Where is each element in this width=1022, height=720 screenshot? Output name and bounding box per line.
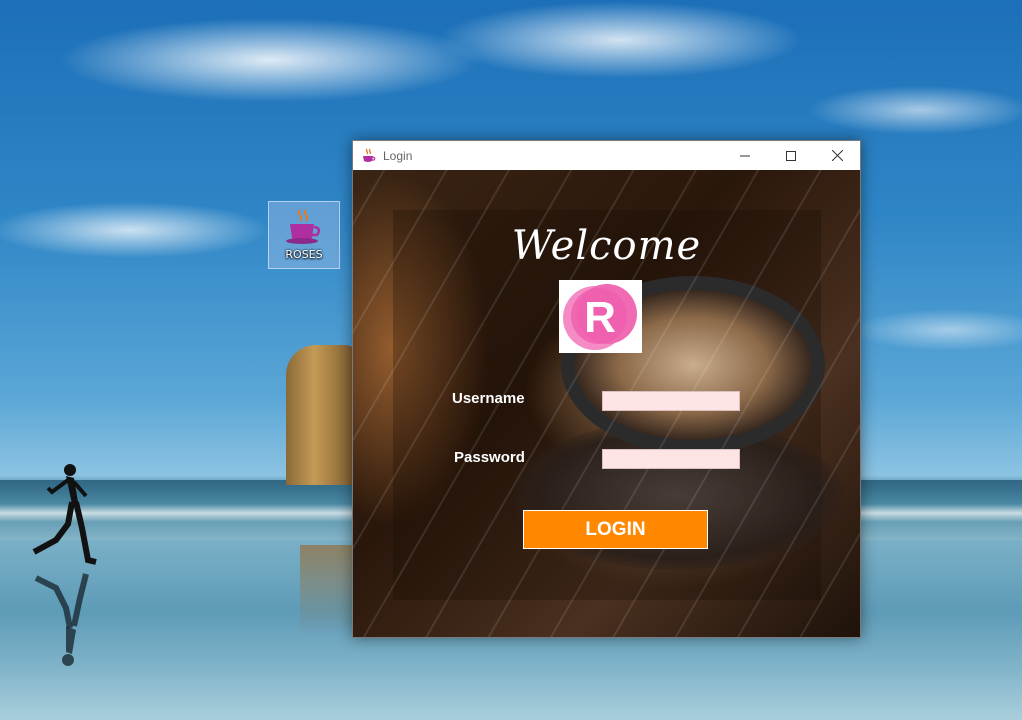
java-app-icon	[363, 148, 376, 162]
minimize-button[interactable]	[722, 141, 768, 170]
roses-logo-icon: R	[563, 284, 637, 350]
login-button[interactable]: LOGIN	[523, 510, 708, 549]
logo-letter: R	[584, 293, 616, 342]
password-label: Password	[454, 449, 525, 466]
username-label: Username	[452, 390, 525, 407]
close-button[interactable]	[814, 141, 860, 170]
app-logo: R	[559, 280, 642, 353]
rock-formation	[286, 345, 356, 485]
username-field[interactable]	[602, 391, 740, 411]
runner-reflection	[34, 573, 89, 666]
login-window: Login Welcome R Username Password LOGIN	[352, 140, 861, 638]
desktop: ROSES Login Welcome R Username Password …	[0, 0, 1022, 720]
maximize-icon	[786, 150, 796, 161]
window-controls	[722, 141, 860, 170]
password-field[interactable]	[602, 449, 740, 469]
rock-reflection	[300, 545, 355, 635]
minimize-icon	[740, 155, 750, 156]
desktop-shortcut-roses[interactable]: ROSES	[268, 201, 340, 269]
welcome-heading: Welcome	[511, 223, 702, 269]
title-bar[interactable]: Login	[353, 141, 860, 170]
coffee-cup-icon	[286, 209, 321, 244]
desktop-shortcut-label: ROSES	[285, 248, 323, 261]
window-title: Login	[383, 148, 413, 163]
login-panel: Welcome R Username Password LOGIN	[353, 170, 860, 637]
runner-silhouette	[32, 464, 97, 565]
close-icon	[831, 150, 843, 161]
maximize-button[interactable]	[768, 141, 814, 170]
